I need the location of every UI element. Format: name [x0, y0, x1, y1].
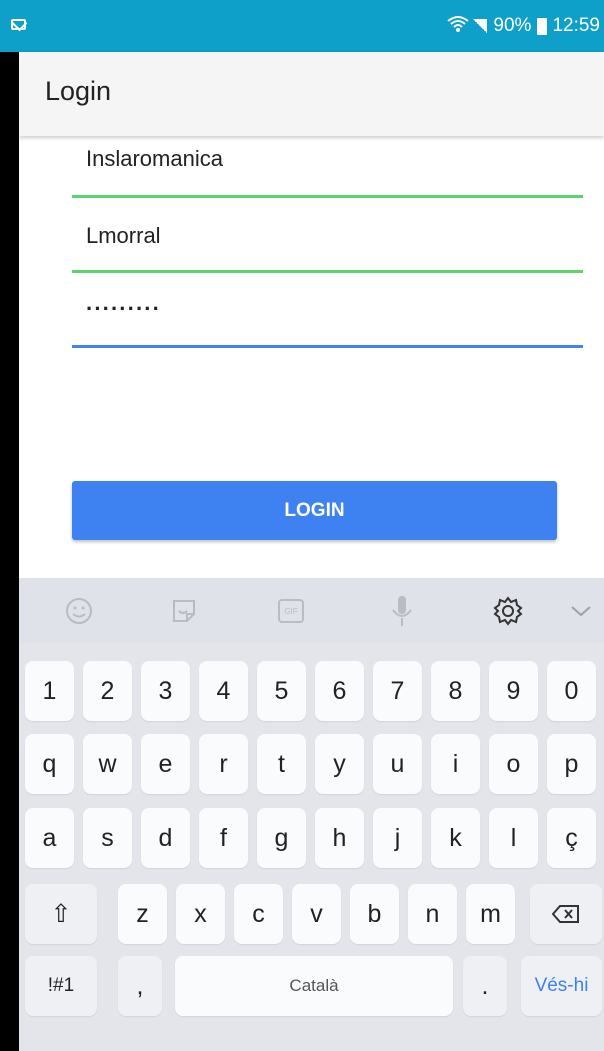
- mic-icon[interactable]: [386, 595, 418, 627]
- username-field[interactable]: Lmorral: [72, 213, 583, 273]
- key-z[interactable]: z: [118, 884, 167, 944]
- on-screen-keyboard: GIF 1234567890 qwertyuiop asdfghjklç ⇧ z…: [19, 578, 604, 1051]
- password-field[interactable]: ·········: [72, 288, 583, 348]
- gif-icon[interactable]: GIF: [275, 595, 307, 627]
- key-h[interactable]: h: [315, 808, 364, 868]
- key-x[interactable]: x: [176, 884, 225, 944]
- inslaromanica-field[interactable]: Inslaromanica: [72, 138, 583, 198]
- key-d[interactable]: d: [141, 808, 190, 868]
- app-bar: Login: [19, 52, 604, 136]
- wifi-icon: [447, 15, 470, 38]
- key-q[interactable]: q: [25, 734, 74, 794]
- field-value: Lmorral: [86, 223, 161, 248]
- status-bar: 90% 12:59: [0, 0, 604, 52]
- emoji-icon[interactable]: [63, 595, 95, 627]
- backspace-icon: [552, 905, 579, 923]
- key-m[interactable]: m: [466, 884, 515, 944]
- key-y[interactable]: y: [315, 734, 364, 794]
- battery-percent: 90%: [493, 15, 532, 36]
- key-9[interactable]: 9: [489, 661, 538, 721]
- key-j[interactable]: j: [373, 808, 422, 868]
- key-n[interactable]: n: [408, 884, 457, 944]
- login-screen: Login Inslaromanica Lmorral ········· LO…: [19, 52, 604, 578]
- field-underline: [72, 195, 583, 198]
- key-7[interactable]: 7: [373, 661, 422, 721]
- key-e[interactable]: e: [141, 734, 190, 794]
- key-0[interactable]: 0: [547, 661, 596, 721]
- backspace-key[interactable]: [530, 884, 602, 944]
- key-a[interactable]: a: [25, 808, 74, 868]
- left-bezel: [0, 0, 19, 1051]
- key-b[interactable]: b: [350, 884, 399, 944]
- svg-text:GIF: GIF: [284, 607, 297, 616]
- sticker-icon[interactable]: [168, 595, 200, 627]
- key-5[interactable]: 5: [257, 661, 306, 721]
- gear-icon[interactable]: [492, 595, 524, 627]
- key-u[interactable]: u: [373, 734, 422, 794]
- key-g[interactable]: g: [257, 808, 306, 868]
- key-c[interactable]: c: [234, 884, 283, 944]
- field-underline: [72, 345, 583, 348]
- comma-key[interactable]: ,: [118, 956, 162, 1016]
- keyboard-toolbar: GIF: [19, 578, 604, 643]
- key-1[interactable]: 1: [25, 661, 74, 721]
- login-button[interactable]: LOGIN: [72, 481, 557, 540]
- symbols-key[interactable]: !#1: [25, 956, 97, 1016]
- field-value: Inslaromanica: [86, 146, 223, 171]
- signal-icon: [473, 19, 488, 33]
- status-indicators: 90% 12:59: [447, 14, 600, 38]
- mail-icon: [11, 19, 26, 30]
- key-8[interactable]: 8: [431, 661, 480, 721]
- shift-key[interactable]: ⇧: [25, 884, 97, 944]
- key-l[interactable]: l: [489, 808, 538, 868]
- key-p[interactable]: p: [547, 734, 596, 794]
- phone-screen: 90% 12:59 Login Inslaromanica Lmorral ··…: [0, 0, 604, 1051]
- field-underline: [72, 270, 583, 273]
- clock: 12:59: [552, 15, 600, 36]
- space-key[interactable]: Català: [175, 956, 453, 1016]
- key-w[interactable]: w: [83, 734, 132, 794]
- key-3[interactable]: 3: [141, 661, 190, 721]
- period-key[interactable]: .: [463, 956, 507, 1016]
- key-s[interactable]: s: [83, 808, 132, 868]
- chevron-down-icon[interactable]: [565, 595, 597, 627]
- key-r[interactable]: r: [199, 734, 248, 794]
- key-ç[interactable]: ç: [547, 808, 596, 868]
- key-f[interactable]: f: [199, 808, 248, 868]
- key-6[interactable]: 6: [315, 661, 364, 721]
- key-4[interactable]: 4: [199, 661, 248, 721]
- field-value: ·········: [86, 296, 161, 321]
- page-title: Login: [45, 76, 112, 106]
- key-o[interactable]: o: [489, 734, 538, 794]
- key-k[interactable]: k: [431, 808, 480, 868]
- go-key[interactable]: Vés-hi: [521, 956, 602, 1016]
- key-2[interactable]: 2: [83, 661, 132, 721]
- key-v[interactable]: v: [292, 884, 341, 944]
- battery-icon: [537, 17, 548, 35]
- key-i[interactable]: i: [431, 734, 480, 794]
- key-t[interactable]: t: [257, 734, 306, 794]
